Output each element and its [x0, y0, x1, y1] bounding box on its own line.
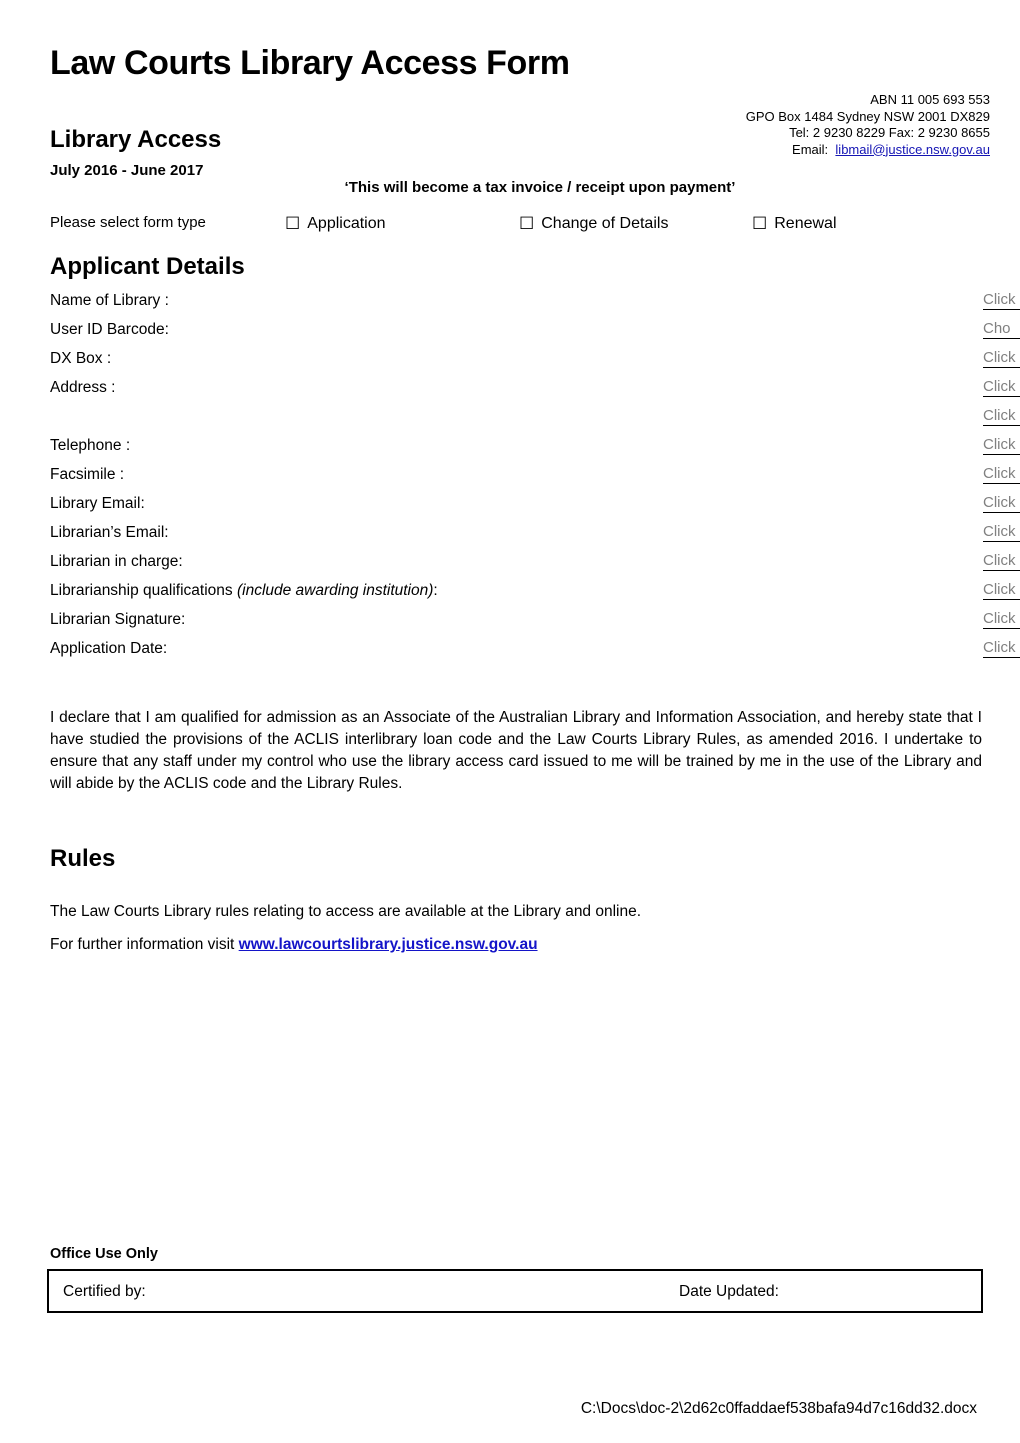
- field-input-dx-box[interactable]: Click: [983, 349, 1020, 368]
- field-label-librarians-email: Librarian’s Email:: [50, 524, 169, 541]
- checkbox-label: Application: [307, 215, 386, 232]
- checkbox-option-change-of-details[interactable]: ☐ Change of Details: [519, 214, 668, 234]
- field-input-name-of-library[interactable]: Click: [983, 291, 1020, 310]
- email-line: Email: libmail@justice.nsw.gov.au: [746, 142, 990, 159]
- field-input-application-date[interactable]: Click: [983, 639, 1020, 658]
- checkbox-icon[interactable]: ☐: [752, 214, 767, 233]
- field-label-librarian-signature: Librarian Signature:: [50, 611, 186, 628]
- email-link[interactable]: libmail@justice.nsw.gov.au: [835, 142, 990, 157]
- field-input-address-line-2[interactable]: Click: [983, 407, 1020, 426]
- field-label-facsimile: Facsimile :: [50, 466, 125, 483]
- field-input-facsimile[interactable]: Click: [983, 465, 1020, 484]
- label-text-plain: Librarianship qualifications: [50, 582, 237, 599]
- library-access-heading: Library Access: [50, 126, 222, 153]
- postal-address-line: GPO Box 1484 Sydney NSW 2001 DX829: [745, 108, 990, 124]
- field-label-librarian-in-charge: Librarian in charge:: [50, 553, 183, 570]
- field-input-librarian-in-charge[interactable]: Click: [983, 552, 1020, 571]
- library-website-link[interactable]: www.lawcourtslibrary.justice.nsw.gov.au: [239, 936, 538, 953]
- rules-availability-text: The Law Courts Library rules relating to…: [50, 903, 642, 920]
- date-range-label: July 2016 - June 2017: [50, 162, 204, 179]
- field-label-librarianship-qualifications: Librarianship qualifications (include aw…: [50, 582, 438, 600]
- office-use-only-heading: Office Use Only: [50, 1246, 158, 1262]
- field-input-address-line-1[interactable]: Click: [983, 378, 1020, 397]
- label-text-italic: (include awarding institution): [236, 582, 434, 599]
- checkbox-option-renewal[interactable]: ☐ Renewal: [752, 214, 837, 234]
- phone-fax-line: Tel: 2 9230 8229 Fax: 2 9230 8655: [789, 125, 990, 140]
- date-updated-label: Date Updated:: [679, 1283, 779, 1300]
- checkbox-icon[interactable]: ☐: [519, 214, 534, 233]
- checkbox-label: Change of Details: [541, 215, 669, 232]
- field-label-library-email: Library Email:: [50, 495, 145, 512]
- rules-more-info-line: For further information visit www.lawcou…: [50, 936, 538, 954]
- field-label-address: Address :: [50, 379, 116, 396]
- field-label-name-of-library: Name of Library :: [50, 292, 169, 309]
- checkbox-label: Renewal: [774, 215, 837, 232]
- field-input-library-email[interactable]: Click: [983, 494, 1020, 513]
- field-input-telephone[interactable]: Click: [983, 436, 1020, 455]
- field-input-librarians-email[interactable]: Click: [983, 523, 1020, 542]
- field-label-telephone: Telephone :: [50, 437, 131, 454]
- certified-by-label: Certified by:: [63, 1283, 146, 1300]
- field-label-dx-box: DX Box :: [50, 350, 112, 367]
- document-page: Law Courts Library Access Form ABN 11 00…: [0, 0, 1020, 1443]
- label-text-tail: :: [433, 582, 438, 599]
- contact-details-block: ABN 11 005 693 553 GPO Box 1484 Sydney N…: [746, 92, 990, 158]
- field-label-application-date: Application Date:: [50, 640, 168, 657]
- footer-file-path: C:\Docs\doc-2\2d62c0ffaddaef538bafa94d7c…: [580, 1400, 977, 1417]
- declaration-paragraph: I declare that I am qualified for admiss…: [50, 709, 982, 792]
- page-title: Law Courts Library Access Form: [50, 44, 570, 82]
- more-info-prefix: For further information visit: [50, 936, 239, 953]
- tax-invoice-note: ‘This will become a tax invoice / receip…: [344, 179, 736, 196]
- checkbox-option-application[interactable]: ☐ Application: [285, 214, 386, 234]
- field-input-librarian-signature[interactable]: Click: [983, 610, 1020, 629]
- field-label-user-id-barcode: User ID Barcode:: [50, 321, 169, 338]
- form-type-label: Please select form type: [50, 214, 206, 231]
- abn-line: ABN 11 005 693 553: [870, 92, 990, 107]
- applicant-details-heading: Applicant Details: [50, 253, 245, 280]
- email-label: Email:: [792, 141, 829, 157]
- office-use-table: Certified by: Date Updated:: [47, 1269, 983, 1313]
- field-dropdown-user-id-barcode[interactable]: Cho: [983, 320, 1020, 339]
- field-input-librarianship-qualifications[interactable]: Click: [983, 581, 1020, 600]
- checkbox-icon[interactable]: ☐: [285, 214, 300, 233]
- rules-heading: Rules: [50, 845, 116, 872]
